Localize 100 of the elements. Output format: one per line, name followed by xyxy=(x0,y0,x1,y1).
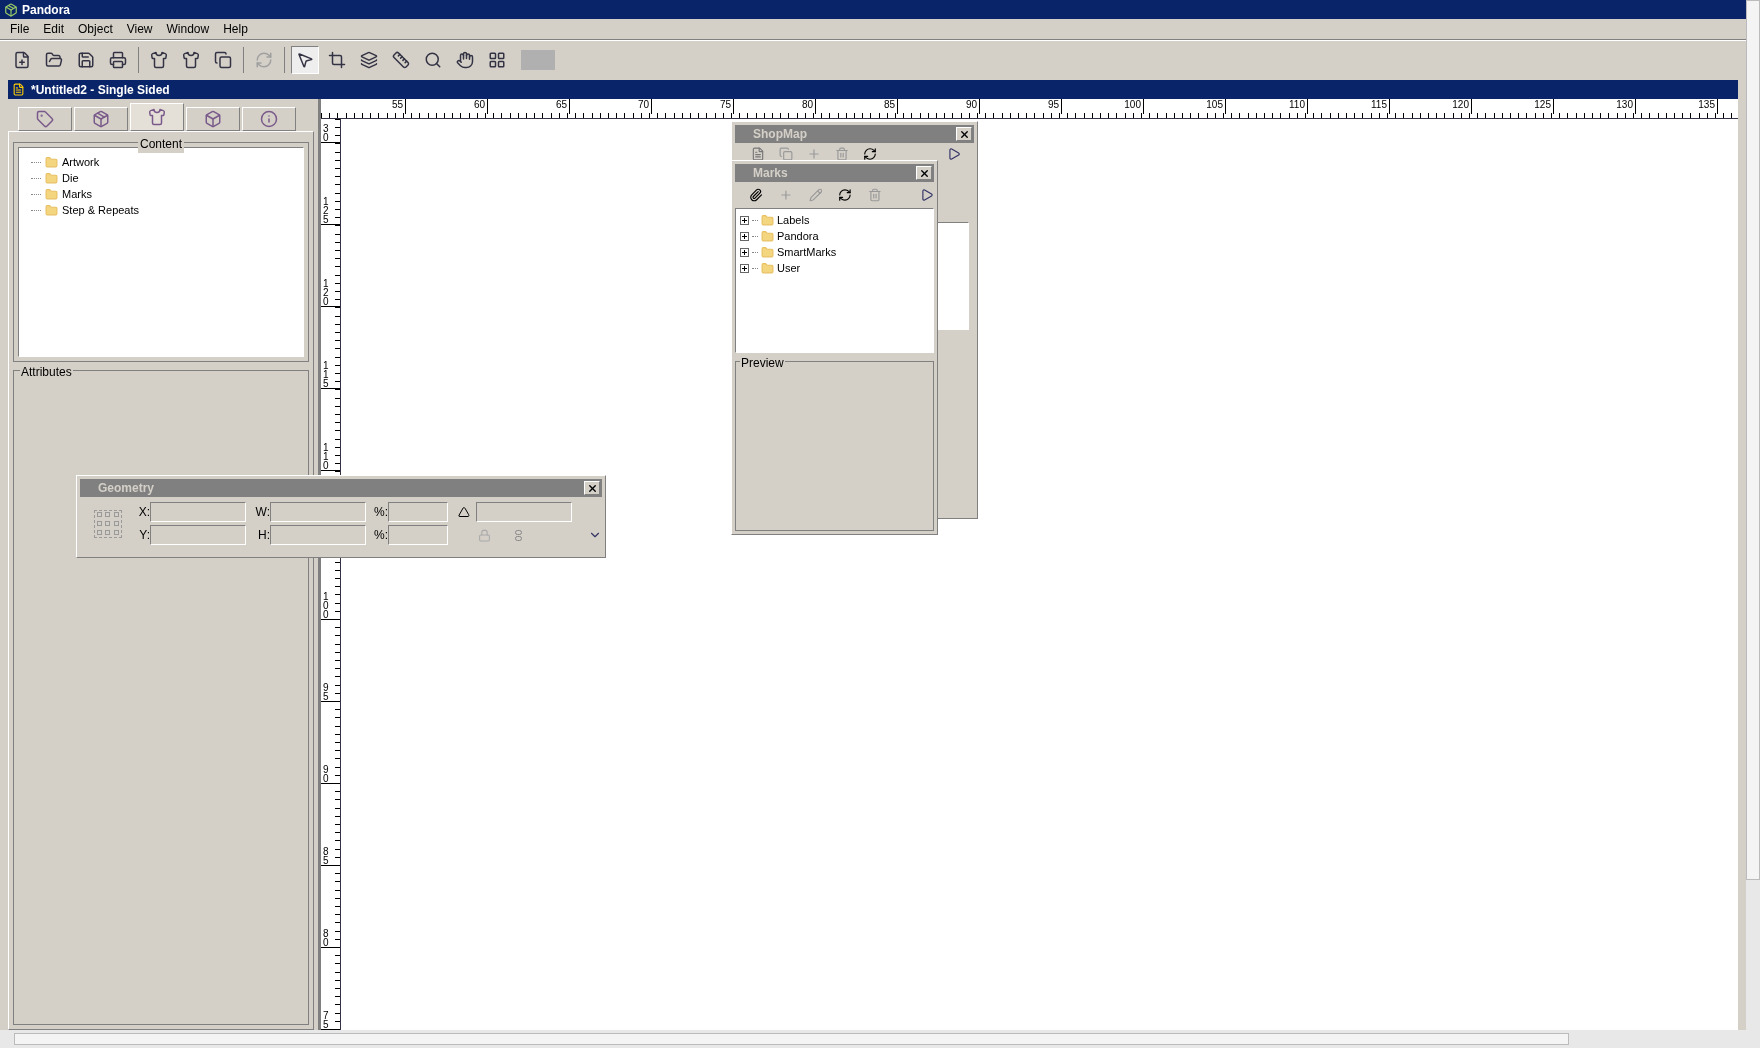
folder-icon xyxy=(761,213,774,227)
ruler-label: 105 xyxy=(1144,99,1226,114)
refresh-icon xyxy=(863,147,877,161)
ruler-label: 95 xyxy=(322,683,330,701)
ruler-label: 110 xyxy=(322,443,330,470)
plus-icon xyxy=(778,188,793,202)
window-title: Geometry xyxy=(97,480,155,497)
field-label: W: xyxy=(254,504,270,521)
document-title: *Untitled2 - Single Sided xyxy=(31,81,170,99)
ruler-label: 130 xyxy=(1554,99,1636,114)
ruler-label: 95 xyxy=(980,99,1062,114)
ruler-label: 120 xyxy=(1390,99,1472,114)
ruler-label: 115 xyxy=(1308,99,1390,114)
refresh-icon xyxy=(838,188,853,202)
field-label: %: xyxy=(373,504,388,521)
folder-icon xyxy=(45,187,58,201)
ruler-label: 60 xyxy=(406,99,488,114)
close-button[interactable] xyxy=(916,166,932,180)
ruler-label: 65 xyxy=(488,99,570,114)
expand-toggle[interactable] xyxy=(740,231,749,241)
input-field[interactable] xyxy=(270,525,366,545)
close-button[interactable] xyxy=(956,127,972,141)
angle-field[interactable] xyxy=(476,502,572,522)
input-field[interactable] xyxy=(270,502,366,522)
hand-icon xyxy=(456,50,474,69)
ruler-label: 30 xyxy=(322,124,330,142)
save-icon xyxy=(77,50,95,69)
menu-item[interactable]: Help xyxy=(223,20,248,38)
grid-icon xyxy=(488,50,506,69)
input-field[interactable] xyxy=(388,502,448,522)
ruler-label: 75 xyxy=(652,99,734,114)
window-title: ShopMap xyxy=(752,126,807,143)
close-button[interactable] xyxy=(584,481,600,495)
tree-item[interactable]: Die xyxy=(62,169,79,187)
close-icon xyxy=(958,128,970,140)
expand-toggle[interactable] xyxy=(740,247,749,257)
shirt-tab[interactable] xyxy=(130,103,184,131)
ruler-label: 125 xyxy=(1472,99,1554,114)
input-field[interactable] xyxy=(150,502,246,522)
tab-icon xyxy=(92,110,110,128)
field-label: Y: xyxy=(138,527,150,544)
ruler-label: 80 xyxy=(734,99,816,114)
tree-item[interactable]: SmartMarks xyxy=(777,243,837,261)
tree-item[interactable]: Pandora xyxy=(777,227,819,245)
tree-item[interactable]: Labels xyxy=(777,211,810,229)
app-icon xyxy=(4,2,18,17)
folder-icon xyxy=(761,229,774,243)
folder-icon xyxy=(45,155,58,169)
ruler-label: 55 xyxy=(341,99,406,114)
tag-tab[interactable] xyxy=(18,107,72,131)
horizontal-scrollbar[interactable] xyxy=(0,1030,1760,1048)
ruler-label: 85 xyxy=(816,99,898,114)
file-icon xyxy=(751,147,765,161)
close-icon xyxy=(586,482,598,494)
menu-item[interactable]: Edit xyxy=(43,20,65,38)
info-tab[interactable] xyxy=(242,107,296,131)
expand-toggle[interactable] xyxy=(740,215,749,225)
document-icon xyxy=(12,83,25,96)
ruler-label: 85 xyxy=(322,847,330,865)
copy-icon xyxy=(214,50,232,69)
search-icon xyxy=(424,50,442,69)
menu-item[interactable]: Object xyxy=(78,20,113,38)
tree-item[interactable]: User xyxy=(777,259,801,277)
ruler-label: 110 xyxy=(1226,99,1308,114)
package-tab[interactable] xyxy=(74,107,128,131)
ruler-label: 90 xyxy=(898,99,980,114)
crop-icon xyxy=(328,50,346,69)
app-title: Pandora xyxy=(22,1,70,19)
pointer-button[interactable] xyxy=(291,45,319,74)
tab-icon xyxy=(260,110,278,128)
menu-item[interactable]: Window xyxy=(166,20,210,38)
tree-item[interactable]: Marks xyxy=(62,185,92,203)
box-tab[interactable] xyxy=(186,107,240,131)
tab-icon xyxy=(36,110,54,128)
new-file-icon xyxy=(13,50,31,69)
folder-icon xyxy=(45,203,58,217)
pointer-icon xyxy=(296,50,314,69)
open-folder-icon xyxy=(45,50,63,69)
angle-icon xyxy=(458,506,470,518)
tab-icon xyxy=(204,110,222,128)
folder-icon xyxy=(45,171,58,185)
input-field[interactable] xyxy=(388,525,448,545)
shirt-outline-icon xyxy=(182,50,200,69)
menu-item[interactable]: File xyxy=(10,20,30,38)
tab-icon xyxy=(148,108,166,126)
plus-icon xyxy=(807,147,821,161)
ruler-label: 75 xyxy=(322,1011,330,1029)
menu-item[interactable]: View xyxy=(126,20,153,38)
ruler-label: 70 xyxy=(570,99,652,114)
tree-item[interactable]: Artwork xyxy=(62,153,100,171)
field-label: %: xyxy=(373,527,388,544)
window-title: Marks xyxy=(752,165,788,182)
ruler-label: 80 xyxy=(322,929,330,947)
ruler-label: 115 xyxy=(322,361,330,388)
scrollbar-thumb[interactable] xyxy=(14,1033,1569,1045)
expand-toggle[interactable] xyxy=(740,263,749,273)
tree-item[interactable]: Step & Repeats xyxy=(62,201,140,219)
input-field[interactable] xyxy=(150,525,246,545)
trash-icon xyxy=(868,188,883,202)
field-label: H: xyxy=(257,527,270,544)
